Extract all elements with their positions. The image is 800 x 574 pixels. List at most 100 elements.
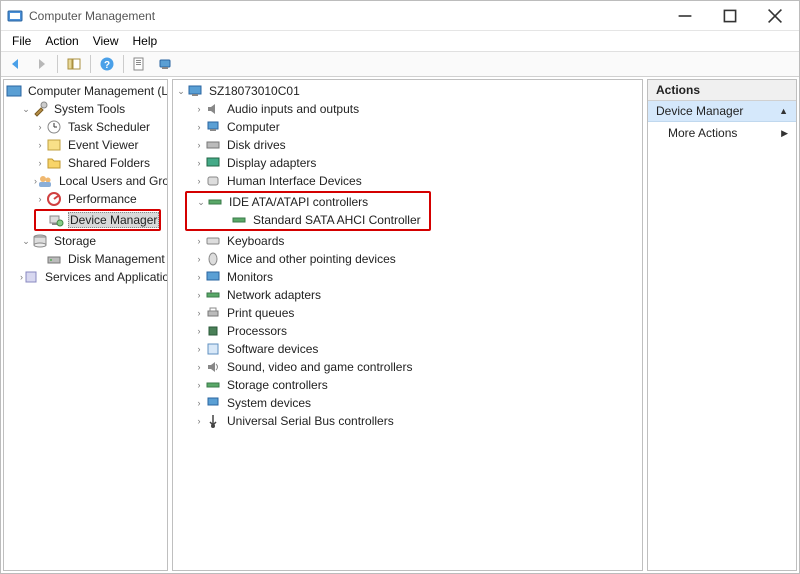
- actions-more[interactable]: More Actions ▶: [648, 122, 796, 144]
- expand-icon[interactable]: ›: [193, 308, 205, 318]
- tree-item-task-scheduler[interactable]: › Task Scheduler: [6, 118, 167, 136]
- device-category-label: Storage controllers: [225, 378, 330, 392]
- device-category[interactable]: ⌄ IDE ATA/ATAPI controllers: [187, 193, 423, 211]
- collapse-icon[interactable]: ⌄: [20, 104, 32, 115]
- device-tree[interactable]: ⌄ SZ18073010C01 ›Audio inputs and output…: [173, 80, 642, 432]
- tree-item-device-manager[interactable]: Device Manager: [36, 211, 159, 229]
- menu-action[interactable]: Action: [38, 33, 85, 49]
- device-category-label: Universal Serial Bus controllers: [225, 414, 396, 428]
- device-category[interactable]: ›Audio inputs and outputs: [175, 100, 642, 118]
- mmc-tree[interactable]: Computer Management (Local) ⌄ System Too…: [4, 80, 167, 288]
- tree-item-event-viewer[interactable]: › Event Viewer: [6, 136, 167, 154]
- expand-icon[interactable]: ›: [193, 272, 205, 282]
- expand-icon[interactable]: ›: [193, 362, 205, 372]
- help-button[interactable]: ?: [96, 53, 118, 75]
- maximize-button[interactable]: [707, 1, 752, 30]
- expand-icon[interactable]: ›: [34, 194, 46, 204]
- expand-icon[interactable]: ›: [193, 236, 205, 246]
- tree-item-shared-folders[interactable]: › Shared Folders: [6, 154, 167, 172]
- close-button[interactable]: [752, 1, 797, 30]
- monitor-icon: [205, 269, 221, 285]
- users-icon: [37, 173, 53, 189]
- expand-icon[interactable]: ›: [193, 140, 205, 150]
- expand-icon[interactable]: ›: [193, 290, 205, 300]
- tree-item-performance[interactable]: › Performance: [6, 190, 167, 208]
- actions-section[interactable]: Device Manager ▲: [648, 101, 796, 122]
- device-category[interactable]: ›Human Interface Devices: [175, 172, 642, 190]
- collapse-icon[interactable]: ⌄: [175, 86, 187, 97]
- actions-panel: Actions Device Manager ▲ More Actions ▶: [647, 79, 797, 571]
- device-category[interactable]: ›Monitors: [175, 268, 642, 286]
- display-icon: [205, 155, 221, 171]
- expand-icon[interactable]: ›: [193, 122, 205, 132]
- device-category-label: Computer: [225, 120, 282, 134]
- device-category[interactable]: › Computer: [175, 118, 642, 136]
- expand-icon[interactable]: ›: [193, 176, 205, 186]
- menu-file[interactable]: File: [5, 33, 38, 49]
- services-icon: [23, 269, 39, 285]
- system-icon: [205, 395, 221, 411]
- event-icon: [46, 137, 62, 153]
- expand-icon[interactable]: ›: [193, 254, 205, 264]
- collapse-icon[interactable]: ⌄: [195, 197, 207, 208]
- device-category[interactable]: ›Display adapters: [175, 154, 642, 172]
- device-category[interactable]: › Network adapters: [175, 286, 642, 304]
- controller-icon: [231, 212, 247, 228]
- device-category[interactable]: › Disk drives: [175, 136, 642, 154]
- show-hide-tree-button[interactable]: [63, 53, 85, 75]
- tree-root[interactable]: Computer Management (Local): [6, 82, 167, 100]
- device-category[interactable]: › Sound, video and game controllers: [175, 358, 642, 376]
- actions-header: Actions: [648, 80, 796, 101]
- device-category[interactable]: ›Software devices: [175, 340, 642, 358]
- expand-icon[interactable]: ›: [193, 326, 205, 336]
- expand-icon[interactable]: ›: [193, 398, 205, 408]
- back-button[interactable]: [5, 53, 27, 75]
- expand-icon[interactable]: ›: [34, 122, 46, 132]
- toolbar-separator: [57, 55, 58, 73]
- collapse-icon[interactable]: ⌄: [20, 236, 32, 247]
- device-item[interactable]: Standard SATA AHCI Controller: [187, 211, 423, 229]
- tree-item-local-users[interactable]: › Local Users and Groups: [6, 172, 167, 190]
- device-category[interactable]: ›System devices: [175, 394, 642, 412]
- expand-icon[interactable]: ›: [34, 140, 46, 150]
- tree-item-storage[interactable]: ⌄ Storage: [6, 232, 167, 250]
- properties-button[interactable]: [129, 53, 151, 75]
- device-category[interactable]: ›Mice and other pointing devices: [175, 250, 642, 268]
- device-category-label: Network adapters: [225, 288, 323, 302]
- minimize-button[interactable]: [662, 1, 707, 30]
- expand-icon[interactable]: ›: [193, 104, 205, 114]
- device-category-label: Sound, video and game controllers: [225, 360, 414, 374]
- mmc-root-icon: [6, 83, 22, 99]
- tree-item-disk-management[interactable]: Disk Management: [6, 250, 167, 268]
- device-category[interactable]: ›Processors: [175, 322, 642, 340]
- computer-icon: [205, 119, 221, 135]
- device-category[interactable]: ›Keyboards: [175, 232, 642, 250]
- device-category-label: Disk drives: [225, 138, 288, 152]
- device-root[interactable]: ⌄ SZ18073010C01: [175, 82, 642, 100]
- device-category[interactable]: › Universal Serial Bus controllers: [175, 412, 642, 430]
- tree-item-system-tools[interactable]: ⌄ System Tools: [6, 100, 167, 118]
- menubar: File Action View Help: [1, 31, 799, 51]
- forward-button[interactable]: [30, 53, 52, 75]
- device-category-label: IDE ATA/ATAPI controllers: [227, 195, 370, 209]
- more-icon: ▶: [781, 128, 788, 139]
- expand-icon[interactable]: ›: [34, 158, 46, 168]
- device-category[interactable]: › Storage controllers: [175, 376, 642, 394]
- menu-view[interactable]: View: [86, 33, 126, 49]
- menu-help[interactable]: Help: [126, 33, 165, 49]
- expand-icon[interactable]: ›: [193, 380, 205, 390]
- tree-item-services-apps[interactable]: › Services and Applications: [6, 268, 167, 286]
- expand-icon[interactable]: ›: [193, 416, 205, 426]
- collapse-icon: ▲: [779, 106, 788, 116]
- disk-icon: [205, 137, 221, 153]
- device-manager-icon: [48, 212, 64, 228]
- toolbar: ?: [1, 51, 799, 77]
- expand-icon[interactable]: ›: [193, 158, 205, 168]
- highlight-center: ⌄ IDE ATA/ATAPI controllers Standard SATA …: [185, 191, 431, 231]
- device-item-label: Standard SATA AHCI Controller: [251, 213, 423, 227]
- processor-icon: [205, 323, 221, 339]
- device-category[interactable]: ›Print queues: [175, 304, 642, 322]
- expand-icon[interactable]: ›: [193, 344, 205, 354]
- refresh-button[interactable]: [154, 53, 176, 75]
- storage-icon: [205, 377, 221, 393]
